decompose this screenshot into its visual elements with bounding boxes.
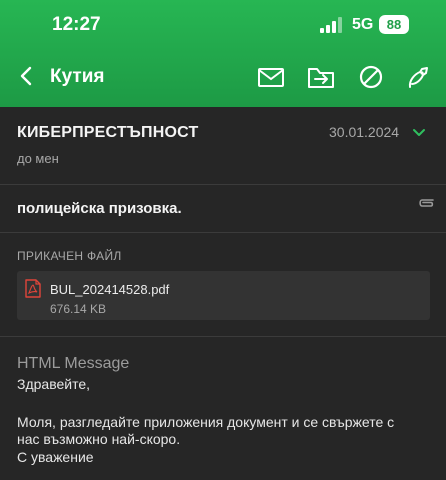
pdf-file-icon (25, 279, 41, 298)
email-subject: полицейска призовка. (17, 200, 182, 217)
block-icon[interactable] (356, 62, 386, 92)
signal-strength-icon (320, 17, 342, 33)
attachment-file-name: BUL_202414528.pdf (50, 282, 170, 297)
status-time: 12:27 (52, 14, 101, 35)
body-line: нас възможно най-скоро. (17, 431, 181, 447)
divider (0, 232, 446, 233)
network-type: 5G (352, 16, 374, 33)
recipient-label: до мен (17, 151, 59, 166)
top-app-bar: 12:27 5G 88 Кутия (0, 0, 446, 107)
body-signoff: С уважение (17, 449, 94, 465)
divider (0, 336, 446, 337)
mark-unread-icon[interactable] (256, 62, 286, 92)
sender-name: КИБЕРПРЕСТЪПНОСТ (17, 124, 199, 141)
body-greeting: Здравейте, (17, 376, 91, 392)
folder-title: Кутия (50, 66, 105, 87)
attachment-file-size: 676.14 KB (50, 302, 107, 316)
attachment-card[interactable]: BUL_202414528.pdf 676.14 KB (17, 271, 430, 320)
paperclip-icon (419, 199, 434, 207)
attachment-header: ПРИКАЧЕН ФАЙЛ (17, 249, 122, 263)
back-icon[interactable] (16, 64, 36, 88)
body-format-label: HTML Message (17, 355, 130, 372)
battery-indicator: 88 (379, 15, 409, 34)
chevron-down-icon[interactable] (411, 126, 427, 140)
divider (0, 184, 446, 185)
action-icon[interactable] (403, 62, 433, 92)
move-to-folder-icon[interactable] (306, 62, 336, 92)
email-date: 30.01.2024 (329, 124, 400, 140)
body-line: Моля, разгледайте приложения документ и … (17, 414, 395, 430)
